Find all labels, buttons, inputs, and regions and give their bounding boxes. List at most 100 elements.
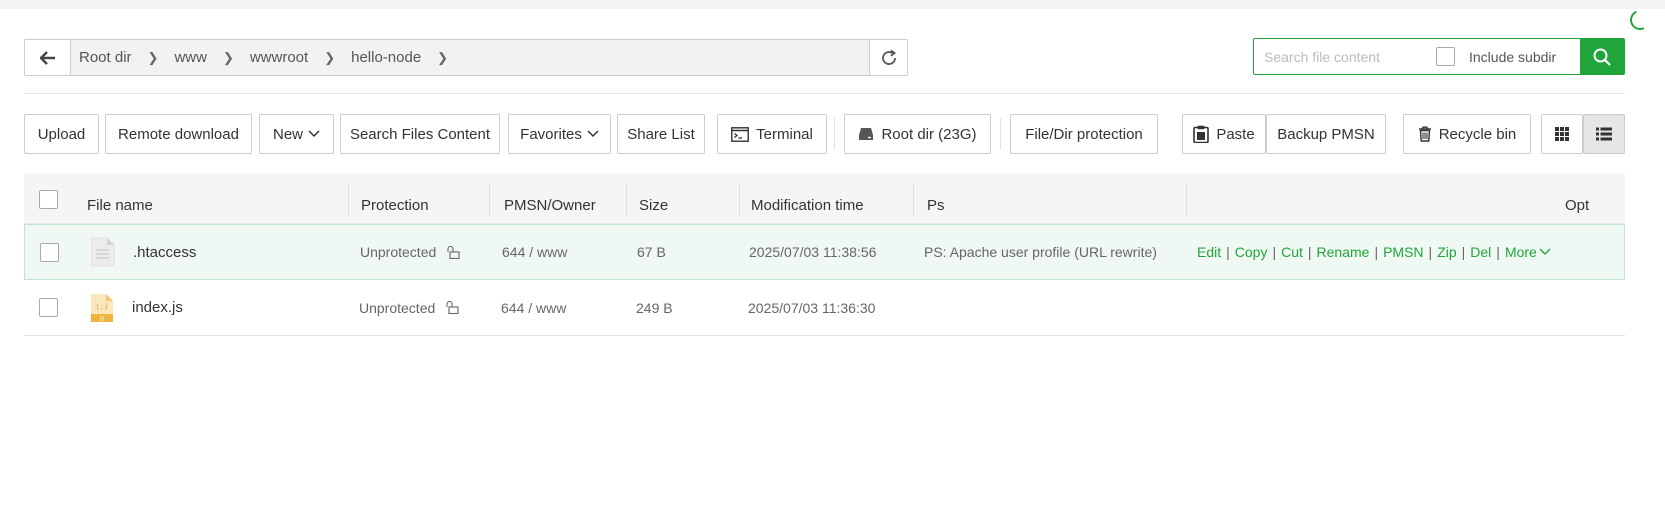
- breadcrumb-item-www[interactable]: www: [174, 49, 207, 66]
- row-checkbox[interactable]: [39, 298, 58, 317]
- root-dir-label: Root dir (23G): [881, 125, 977, 143]
- unlock-icon: [446, 245, 460, 259]
- column-separator: [1186, 184, 1187, 216]
- chevron-right-icon[interactable]: ❯: [437, 50, 448, 66]
- paste-label: Paste: [1216, 125, 1255, 143]
- search-button[interactable]: [1580, 39, 1624, 74]
- row-checkbox[interactable]: [40, 243, 59, 262]
- protection-label: Unprotected: [359, 299, 436, 316]
- col-opt: Opt: [1565, 197, 1590, 214]
- root-dir-button[interactable]: Root dir (23G): [844, 114, 991, 154]
- upload-label: Upload: [37, 125, 86, 143]
- col-modification-time[interactable]: Modification time: [751, 174, 864, 224]
- chevron-right-icon: ❯: [222, 49, 234, 65]
- column-separator: [348, 184, 349, 216]
- col-file-name[interactable]: File name: [87, 174, 153, 224]
- breadcrumb-item-hello-node[interactable]: hello-node: [351, 49, 421, 66]
- more-link[interactable]: More: [1505, 244, 1537, 260]
- breadcrumb-item-root[interactable]: Root dir: [79, 49, 132, 66]
- terminal-button[interactable]: Terminal: [717, 114, 827, 154]
- owner[interactable]: 644 / www: [501, 280, 566, 335]
- pmsn-link[interactable]: PMSN: [1383, 244, 1423, 260]
- col-size[interactable]: Size: [639, 174, 668, 224]
- col-protection[interactable]: Protection: [361, 174, 429, 224]
- file-dir-protection-button[interactable]: File/Dir protection: [1010, 114, 1158, 154]
- table-row[interactable]: .htaccess Unprotected 644 / www 67 B 202…: [24, 224, 1625, 280]
- upload-button[interactable]: Upload: [24, 114, 99, 154]
- favorites-label: Favorites: [520, 125, 582, 143]
- file-manager-panel: Root dir ❯ www ❯ wwwroot ❯ hello-node ❯ …: [0, 7, 1665, 531]
- search-icon: [1593, 48, 1611, 66]
- terminal-icon: [731, 126, 750, 142]
- back-button[interactable]: [25, 40, 71, 75]
- breadcrumb: Root dir ❯ www ❯ wwwroot ❯ hello-node ❯: [71, 40, 869, 75]
- chevron-right-icon: ❯: [147, 49, 159, 65]
- recycle-bin-button[interactable]: Recycle bin: [1403, 114, 1531, 154]
- refresh-button[interactable]: [869, 40, 907, 75]
- search-files-content-label: Search Files Content: [349, 125, 491, 143]
- remote-download-label: Remote download: [118, 125, 239, 143]
- column-separator: [626, 184, 627, 216]
- rename-link[interactable]: Rename: [1317, 244, 1370, 260]
- include-subdir-checkbox[interactable]: [1436, 47, 1455, 66]
- loading-spinner-icon: [1627, 7, 1653, 33]
- backup-pmsn-button[interactable]: Backup PMSN: [1266, 114, 1386, 154]
- unlock-icon: [445, 301, 459, 314]
- path-bar: Root dir ❯ www ❯ wwwroot ❯ hello-node ❯: [24, 39, 908, 76]
- col-ps[interactable]: Ps: [927, 174, 945, 224]
- share-list-button[interactable]: Share List: [617, 114, 705, 154]
- disk-icon: [858, 127, 874, 141]
- protection-status[interactable]: Unprotected: [359, 280, 459, 335]
- modification-time: 2025/07/03 11:36:30: [748, 299, 876, 316]
- modification-time: 2025/07/03 11:38:56: [749, 244, 877, 260]
- protection-label: File/Dir protection: [1025, 125, 1143, 143]
- clipboard-icon: [1193, 125, 1210, 143]
- new-label: New: [272, 125, 303, 143]
- search-input[interactable]: [1254, 39, 1436, 74]
- column-separator: [913, 184, 914, 216]
- backup-pmsn-label: Backup PMSN: [1277, 125, 1375, 143]
- paste-button[interactable]: Paste: [1182, 114, 1266, 154]
- breadcrumb-item-wwwroot[interactable]: wwwroot: [250, 49, 308, 66]
- file-name[interactable]: index.js: [132, 280, 183, 335]
- row-operations: Edit | Copy | Cut | Rename | PMSN | Zip | Del |…: [1197, 225, 1551, 279]
- text-file-icon: [91, 225, 115, 279]
- file-size: 67 B: [637, 244, 666, 260]
- favorites-button[interactable]: Favorites: [508, 114, 611, 154]
- chevron-down-icon[interactable]: [1539, 248, 1551, 256]
- del-link[interactable]: Del: [1470, 244, 1491, 260]
- svg-text:{;}: {;}: [96, 303, 109, 311]
- col-owner[interactable]: PMSN/Owner: [504, 174, 596, 224]
- column-separator: [739, 184, 740, 216]
- edit-link[interactable]: Edit: [1197, 244, 1221, 260]
- ps-note[interactable]: PS: Apache user profile (URL rewrite): [924, 225, 1157, 279]
- trash-icon: [1418, 126, 1432, 142]
- list-view-button[interactable]: [1583, 114, 1625, 154]
- chevron-down-icon: [308, 130, 320, 138]
- table-row[interactable]: {;} JS index.js Unprotected 644 / www 24…: [24, 280, 1625, 336]
- new-button[interactable]: New: [259, 114, 334, 154]
- select-all-checkbox[interactable]: [39, 190, 58, 209]
- list-view-icon: [1596, 127, 1612, 141]
- search-files-content-button[interactable]: Search Files Content: [340, 114, 500, 154]
- file-content-search: Include subdir: [1253, 38, 1625, 75]
- owner[interactable]: 644 / www: [502, 225, 567, 279]
- toolbar-separator: [1000, 118, 1001, 150]
- chevron-right-icon: ❯: [324, 49, 336, 65]
- toolbar-separator: [834, 118, 835, 150]
- include-subdir-label: Include subdir: [1469, 48, 1557, 65]
- svg-text:JS: JS: [98, 316, 105, 322]
- arrow-left-icon: [39, 50, 55, 65]
- cut-link[interactable]: Cut: [1281, 244, 1303, 260]
- divider: [24, 93, 1625, 94]
- table-header: File name Protection PMSN/Owner Size Mod…: [24, 174, 1625, 224]
- include-subdir-toggle[interactable]: Include subdir: [1436, 39, 1580, 74]
- file-name[interactable]: .htaccess: [133, 225, 196, 279]
- copy-link[interactable]: Copy: [1235, 244, 1268, 260]
- protection-status[interactable]: Unprotected: [360, 225, 460, 279]
- zip-link[interactable]: Zip: [1437, 244, 1456, 260]
- grid-view-button[interactable]: [1541, 114, 1583, 154]
- toolbar: Upload Remote download New Search Files …: [24, 114, 1625, 154]
- column-separator: [489, 184, 490, 216]
- remote-download-button[interactable]: Remote download: [105, 114, 252, 154]
